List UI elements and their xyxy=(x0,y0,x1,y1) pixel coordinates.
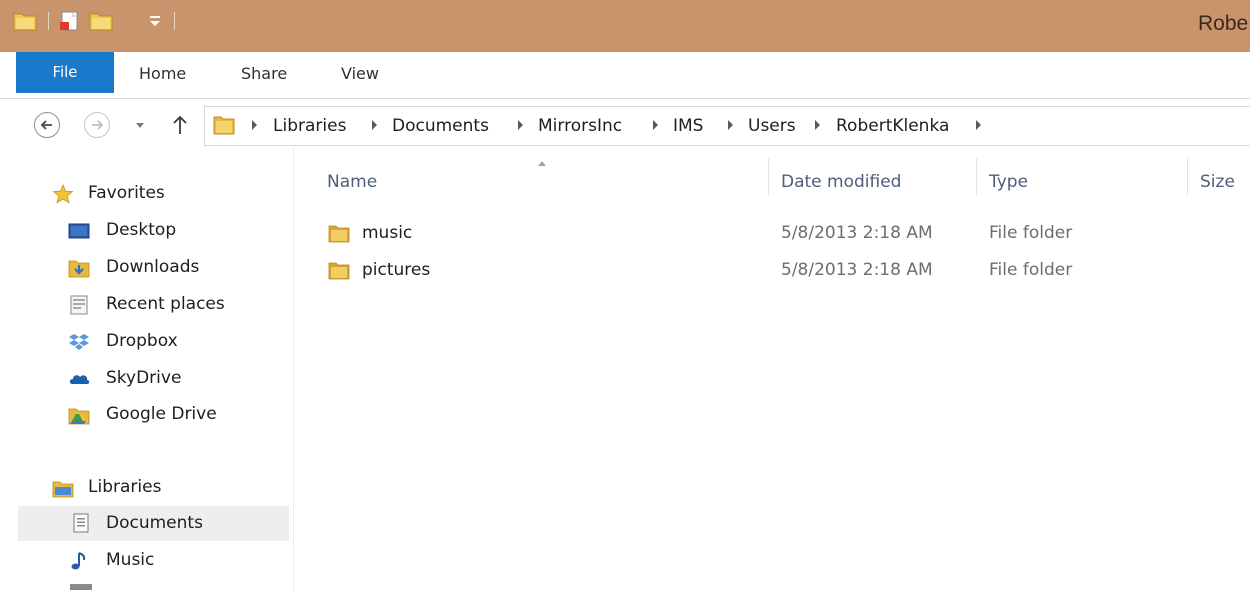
documents-icon xyxy=(73,513,89,533)
nav-item-label: Desktop xyxy=(106,220,177,240)
window-title: Robe xyxy=(1198,12,1249,35)
breadcrumb-separator-icon[interactable] xyxy=(372,120,377,130)
downloads-folder-icon xyxy=(68,260,90,278)
column-header-name[interactable]: Name xyxy=(327,172,377,192)
nav-item-google-drive[interactable]: Google Drive xyxy=(44,400,294,430)
partial-nav-icon xyxy=(70,584,92,590)
folder-icon xyxy=(213,116,235,135)
breadcrumb-separator-icon[interactable] xyxy=(815,120,820,130)
file-type: File folder xyxy=(989,223,1073,243)
nav-libraries[interactable]: Libraries xyxy=(26,473,276,503)
column-divider[interactable] xyxy=(768,158,769,196)
breadcrumb-separator-icon[interactable] xyxy=(728,120,733,130)
breadcrumb-ims[interactable]: IMS xyxy=(673,116,703,136)
recent-locations-button[interactable] xyxy=(136,123,144,128)
nav-item-label: Dropbox xyxy=(106,331,178,351)
skydrive-icon xyxy=(69,375,90,384)
tab-view[interactable]: View xyxy=(341,64,379,83)
breadcrumb-users[interactable]: Users xyxy=(748,116,796,136)
file-type: File folder xyxy=(989,260,1073,280)
file-date-modified: 5/8/2013 2:18 AM xyxy=(781,260,933,280)
google-drive-icon xyxy=(68,408,90,425)
column-header-type[interactable]: Type xyxy=(989,172,1028,192)
nav-item-music[interactable]: Music xyxy=(44,546,294,576)
breadcrumb-separator-icon[interactable] xyxy=(518,120,523,130)
file-name: pictures xyxy=(362,260,431,280)
nav-item-desktop[interactable]: Desktop xyxy=(44,216,294,246)
column-header-date-modified[interactable]: Date modified xyxy=(781,172,901,192)
nav-item-label: SkyDrive xyxy=(106,368,182,388)
desktop-icon xyxy=(68,223,90,239)
breadcrumb-separator-icon[interactable] xyxy=(653,120,658,130)
chevron-down-icon xyxy=(150,21,160,26)
nav-item-recent-places[interactable]: Recent places xyxy=(44,290,294,320)
tab-file[interactable]: File xyxy=(16,52,114,93)
file-date-modified: 5/8/2013 2:18 AM xyxy=(781,223,933,243)
nav-libraries-label: Libraries xyxy=(88,477,162,497)
music-icon xyxy=(71,552,86,570)
libraries-icon xyxy=(52,481,74,498)
address-bar[interactable] xyxy=(204,106,1250,146)
up-arrow-icon[interactable] xyxy=(170,112,190,138)
column-divider[interactable] xyxy=(976,158,977,196)
nav-item-documents[interactable]: Documents xyxy=(18,506,289,541)
column-header-size[interactable]: Size xyxy=(1200,172,1235,192)
column-divider[interactable] xyxy=(1187,158,1188,196)
file-name: music xyxy=(362,223,413,243)
ribbon xyxy=(0,52,1250,99)
breadcrumb-robertklenka[interactable]: RobertKlenka xyxy=(836,116,949,136)
sort-ascending-icon xyxy=(538,161,546,166)
folder-icon xyxy=(13,13,37,31)
customize-qat-icon[interactable] xyxy=(150,16,160,18)
file-row[interactable]: pictures 5/8/2013 2:18 AM File folder xyxy=(300,253,1250,287)
tab-home[interactable]: Home xyxy=(139,64,186,83)
nav-item-skydrive[interactable]: SkyDrive xyxy=(44,364,294,394)
star-icon xyxy=(52,184,74,204)
forward-button[interactable] xyxy=(84,112,110,138)
recent-places-icon xyxy=(70,295,88,315)
nav-item-label: Recent places xyxy=(106,294,225,314)
tab-share[interactable]: Share xyxy=(241,64,287,83)
folder-icon xyxy=(328,262,350,280)
breadcrumb-libraries[interactable]: Libraries xyxy=(273,116,346,136)
nav-item-label: Google Drive xyxy=(106,404,217,424)
arrow-right-icon xyxy=(92,120,104,130)
new-folder-icon[interactable] xyxy=(88,10,116,32)
nav-item-downloads[interactable]: Downloads xyxy=(44,253,294,283)
breadcrumb-separator-icon[interactable] xyxy=(252,120,257,130)
qat-separator xyxy=(48,12,49,30)
breadcrumb-mirrorsinc[interactable]: MirrorsInc xyxy=(538,116,622,136)
nav-item-dropbox[interactable]: Dropbox xyxy=(44,327,294,357)
nav-favorites[interactable]: Favorites xyxy=(26,179,276,209)
arrow-left-icon xyxy=(40,120,52,130)
breadcrumb-separator-icon[interactable] xyxy=(976,120,981,130)
title-bar: Robe xyxy=(0,0,1250,52)
breadcrumb-documents[interactable]: Documents xyxy=(392,116,489,136)
nav-item-label: Music xyxy=(106,550,155,570)
nav-item-label: Downloads xyxy=(106,257,200,277)
back-button[interactable] xyxy=(34,112,60,138)
folder-icon xyxy=(328,225,350,243)
file-row[interactable]: music 5/8/2013 2:18 AM File folder xyxy=(300,216,1250,250)
dropbox-icon xyxy=(69,334,89,350)
nav-favorites-label: Favorites xyxy=(88,183,165,203)
nav-item-label: Documents xyxy=(106,513,203,533)
properties-icon[interactable] xyxy=(58,10,82,32)
qat-separator xyxy=(174,12,175,30)
